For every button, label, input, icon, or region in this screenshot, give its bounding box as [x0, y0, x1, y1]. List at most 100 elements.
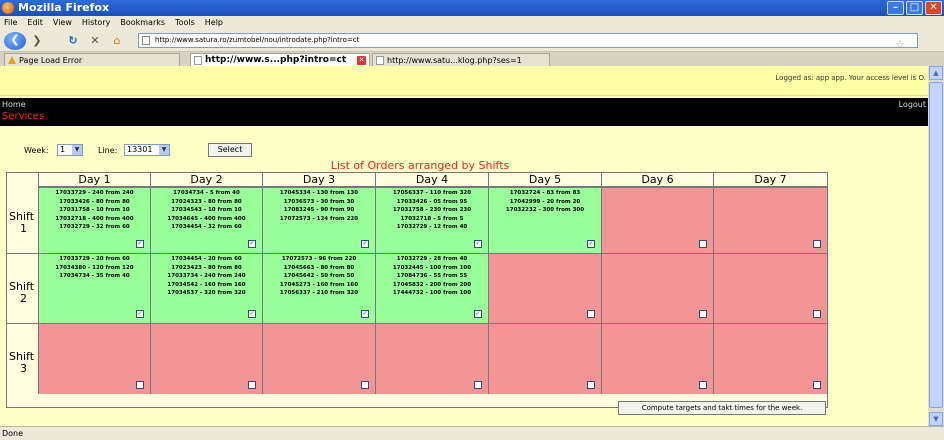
scroll-up-icon[interactable]: ▲ — [929, 66, 943, 80]
shift-checkbox[interactable] — [699, 310, 707, 318]
shift-cell: 17056337 - 110 from 320 17033426 - 05 fro… — [375, 187, 488, 253]
menu-edit[interactable]: Edit — [27, 16, 43, 30]
menu-tools[interactable]: Tools — [175, 16, 195, 30]
order-entry: 17034734 - 35 from 40 — [59, 273, 130, 280]
shift-checkbox[interactable] — [587, 310, 595, 318]
menu-file[interactable]: File — [4, 16, 17, 30]
chevron-down-icon: ▼ — [159, 145, 169, 155]
shift-cell — [375, 323, 488, 394]
logout-link[interactable]: Logout — [899, 100, 926, 109]
order-entry: 17033734 - 240 from 240 — [167, 273, 246, 280]
shift-cell — [601, 323, 713, 394]
shift-checkbox[interactable] — [587, 381, 595, 389]
order-entry: 17045642 - 50 from 50 — [283, 273, 355, 280]
shift-cell — [713, 253, 827, 323]
compute-targets-button[interactable]: Compute targets and takt times for the w… — [618, 401, 826, 415]
shift-checkbox[interactable] — [813, 381, 821, 389]
page-heading: List of Orders arranged by Shifts — [330, 159, 510, 172]
tab-worklog[interactable]: http://www.satu...klog.php?ses=1 — [372, 53, 550, 66]
minimize-button[interactable]: – — [887, 1, 904, 15]
order-entry: 17045334 - 130 from 130 — [279, 190, 359, 196]
shift-label: Shift 1 — [7, 211, 38, 235]
page-icon — [376, 56, 384, 65]
reload-icon[interactable]: ↻ — [66, 33, 80, 49]
status-bar: Done — [0, 426, 944, 440]
shift-checkbox[interactable]: ✓ — [136, 310, 144, 318]
order-entry: 17072573 - 124 from 220 — [279, 215, 359, 222]
stop-icon[interactable]: ✕ — [88, 33, 102, 49]
order-entry: 17034537 - 320 from 320 — [167, 290, 246, 297]
warning-icon — [8, 56, 16, 64]
row-divider — [7, 323, 38, 324]
row-divider — [7, 253, 38, 254]
shift-checkbox[interactable] — [813, 310, 821, 318]
order-list: 17033729 - 20 from 60 17034380 - 120 from… — [39, 254, 150, 281]
shift-checkbox[interactable]: ✓ — [136, 240, 144, 248]
menu-bookmarks[interactable]: Bookmarks — [120, 16, 165, 30]
maximize-button[interactable]: □ — [906, 1, 923, 15]
tab-introdate[interactable]: http://www.s...php?intro=ct ✕ — [190, 53, 370, 66]
shift-checkbox[interactable]: ✓ — [474, 240, 482, 248]
order-list: 17032724 - 83 from 83 17042999 - 20 from … — [489, 188, 601, 215]
order-entry: 17033426 - 05 from 95 — [396, 198, 468, 205]
order-entry: 17032729 - 12 from 40 — [396, 224, 468, 231]
services-title: Services — [2, 111, 45, 122]
url-text: http://www.satura.ro/zumtobel/nou/introd… — [155, 36, 360, 44]
shift-cell: 17032724 - 83 from 83 17042999 - 20 from … — [488, 187, 601, 253]
order-entry: 17042999 - 20 from 20 — [509, 198, 581, 205]
close-window-button[interactable]: ✕ — [925, 1, 942, 15]
shift-checkbox[interactable]: ✓ — [361, 310, 369, 318]
shift-checkbox[interactable] — [699, 240, 707, 248]
vertical-scrollbar[interactable]: ▲ ▼ — [928, 66, 944, 426]
shift-cell: 17045334 - 130 from 130 17036573 - 30 fro… — [262, 187, 375, 253]
select-button[interactable]: Select — [208, 143, 252, 157]
shift-cell — [601, 253, 713, 323]
order-entry: 17032445 - 100 from 100 — [392, 264, 472, 271]
close-tab-icon[interactable]: ✕ — [357, 56, 366, 65]
line-select[interactable]: 13301 ▼ — [124, 144, 170, 156]
home-link[interactable]: Home — [2, 100, 26, 109]
week-select[interactable]: 1 ▼ — [57, 144, 83, 156]
week-label: Week: — [24, 146, 49, 155]
shift-cell — [38, 323, 150, 394]
tab-page-load-error[interactable]: Page Load Error — [4, 53, 180, 66]
shift-checkbox[interactable] — [136, 381, 144, 389]
menu-help[interactable]: Help — [205, 16, 223, 30]
shift-checkbox[interactable]: ✓ — [248, 240, 256, 248]
tab-label: Page Load Error — [19, 56, 83, 65]
shift-schedule-grid: Day 1 Day 2 Day 3 Day 4 Day 5 Day 6 Day … — [6, 172, 828, 408]
order-entry: 17034454 - 20 from 60 — [171, 256, 242, 262]
day-header: Day 2 — [150, 173, 262, 187]
shift-checkbox[interactable] — [248, 381, 256, 389]
forward-arrow-icon[interactable]: ❯ — [30, 33, 44, 49]
info-bar: Logged as: app app. Your access level is… — [0, 66, 928, 96]
shift-number: 2 — [20, 292, 27, 305]
day-header: Day 6 — [601, 173, 713, 187]
order-entry: 17034380 - 120 from 120 — [55, 264, 134, 271]
order-entry: 17032232 - 300 from 300 — [505, 207, 585, 214]
shift-checkbox[interactable]: ✓ — [474, 310, 482, 318]
order-entry: 17045273 - 160 from 160 — [279, 281, 359, 288]
scroll-down-icon[interactable]: ▼ — [929, 412, 943, 426]
shift-checkbox[interactable]: ✓ — [587, 240, 595, 248]
shift-cell: 17032729 - 28 from 40 17032445 - 100 from… — [375, 253, 488, 323]
scroll-thumb[interactable] — [929, 82, 943, 408]
url-bar[interactable]: http://www.satura.ro/zumtobel/nou/introd… — [138, 33, 918, 51]
order-entry: 17056337 - 210 from 320 — [279, 290, 359, 297]
home-icon[interactable]: ⌂ — [110, 33, 124, 49]
menu-view[interactable]: View — [53, 16, 72, 30]
status-text: Done — [2, 429, 24, 438]
shift-checkbox[interactable]: ✓ — [361, 240, 369, 248]
back-arrow-icon[interactable]: ❮ — [4, 32, 26, 50]
shift-checkbox[interactable] — [813, 240, 821, 248]
bookmark-star-icon[interactable]: ☆ — [895, 37, 905, 52]
shift-checkbox[interactable] — [474, 381, 482, 389]
shift-cell — [713, 187, 827, 253]
tab-label: http://www.satu...klog.php?ses=1 — [387, 56, 522, 65]
shift-checkbox[interactable]: ✓ — [248, 310, 256, 318]
order-list: 17072573 - 96 from 220 17045663 - 80 from… — [263, 254, 375, 298]
shift-checkbox[interactable] — [361, 381, 369, 389]
menu-history[interactable]: History — [82, 16, 110, 30]
shift-checkbox[interactable] — [699, 381, 707, 389]
order-entry: 17084736 - 55 from 55 — [396, 273, 468, 280]
